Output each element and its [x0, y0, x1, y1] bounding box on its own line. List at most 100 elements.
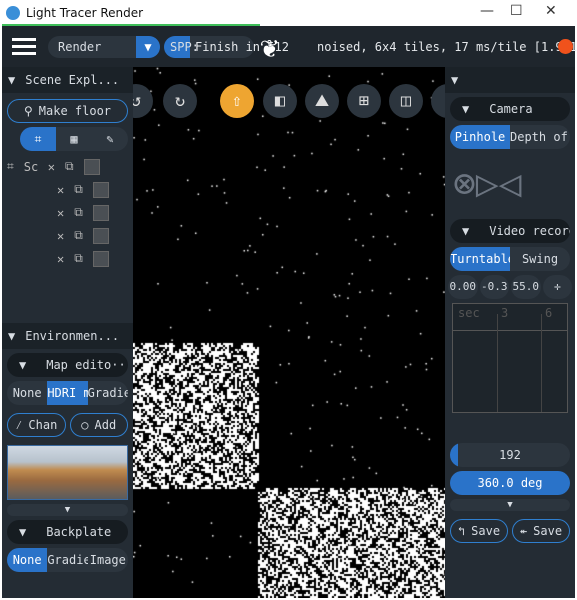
- image-icon[interactable]: ⛰: [305, 84, 339, 118]
- status-text-detail: noised, 6x4 tiles, 17 ms/tile [1.9.1]: [317, 40, 577, 54]
- backplate-mode-none[interactable]: None: [7, 548, 48, 572]
- redo-icon[interactable]: ↻: [163, 84, 197, 118]
- save-label: Save: [471, 524, 501, 538]
- minimize-button[interactable]: —: [480, 3, 494, 19]
- environment-header[interactable]: ▼ Environmen...: [2, 323, 133, 349]
- backplate-mode-gradient[interactable]: Gradie: [47, 548, 87, 572]
- hdri-thumbnail[interactable]: [7, 445, 128, 500]
- env-mode-hdri[interactable]: HDRI m: [47, 381, 88, 405]
- change-label: Chan: [28, 418, 58, 432]
- make-floor-label: Make floor: [38, 104, 112, 118]
- save-all-button[interactable]: ↞ Save: [512, 519, 570, 543]
- right-panel-header[interactable]: ▼: [445, 67, 575, 93]
- record-button[interactable]: [558, 39, 573, 54]
- visibility-checkbox[interactable]: [92, 204, 109, 221]
- title-bar: Light Tracer Render — ☐ ✕: [0, 0, 577, 25]
- env-mode-gradient[interactable]: Gradien: [88, 381, 128, 405]
- object-row[interactable]: ✕ ⧉: [2, 247, 133, 270]
- visibility-checkbox[interactable]: [92, 250, 109, 267]
- duplicate-icon: ⧉: [74, 251, 83, 265]
- make-floor-button[interactable]: ⚲ Make floor: [7, 99, 128, 123]
- camera-header[interactable]: ▼ Camera: [450, 97, 570, 121]
- camera-title: Camera: [489, 102, 533, 116]
- env-mode-none[interactable]: None: [7, 381, 47, 405]
- save-button[interactable]: ↰ Save: [450, 519, 508, 543]
- pin-icon: ⚲: [23, 104, 33, 118]
- scene-explorer-header[interactable]: ▼ Scene Expl...: [2, 67, 133, 93]
- reply-all-icon: ↞: [519, 524, 528, 538]
- timeline-label: sec: [458, 306, 480, 320]
- tab-material-icon[interactable]: ▦: [56, 127, 92, 151]
- backplate-mode-image[interactable]: Image: [88, 548, 128, 572]
- pick-pivot-icon[interactable]: ✛: [542, 275, 572, 299]
- collapse-icon: ▼: [19, 525, 27, 539]
- render-viewport[interactable]: ↺ ↻ ⇧ ◧ ⛰ ⊞ ◫ ›: [133, 67, 445, 598]
- expand-button[interactable]: ▼: [450, 499, 570, 511]
- mode-select[interactable]: Render ▼: [48, 36, 160, 58]
- camera-mode-dof[interactable]: Depth of f: [510, 125, 570, 149]
- angle-slider[interactable]: 360.0 deg: [450, 471, 570, 495]
- delete-icon: ✕: [57, 228, 65, 243]
- expand-button[interactable]: ▼: [7, 504, 128, 516]
- save-all-label: Save: [533, 524, 563, 538]
- camera-mode-tabs: Pinhole Depth of f: [450, 125, 570, 149]
- camera-icon: ⊗▷◁: [453, 161, 522, 205]
- tab-light-icon[interactable]: ✎: [92, 127, 128, 151]
- grid-icon[interactable]: ⊞: [347, 84, 381, 118]
- pivot-fields: 0.00 -0.3 55.0 ✛: [448, 275, 572, 299]
- tree-icon: ⌗: [7, 159, 14, 173]
- video-mode-turntable[interactable]: Turntable: [450, 247, 510, 271]
- maximize-button[interactable]: ☐: [510, 3, 523, 19]
- timeline[interactable]: sec 3 6: [452, 303, 568, 413]
- chevron-down-icon[interactable]: ▼: [136, 36, 160, 58]
- layout-icon[interactable]: ◧: [263, 84, 297, 118]
- upload-icon[interactable]: ⇧: [220, 84, 254, 118]
- scene-root-label: Sce: [23, 159, 38, 174]
- collapse-icon: ▼: [8, 329, 16, 343]
- tab-tree-icon[interactable]: ⌗: [20, 127, 56, 151]
- visibility-checkbox[interactable]: [83, 158, 100, 175]
- frames-value: 192: [499, 448, 521, 462]
- object-row[interactable]: ✕ ⧉: [2, 224, 133, 247]
- video-mode-tabs: Turntable Swing: [450, 247, 570, 271]
- toolbar: Render ▼ SPP: Finish in 512 noised, 6x4 t…: [2, 26, 577, 67]
- add-map-button[interactable]: ○ Add: [69, 413, 128, 437]
- split-view-icon[interactable]: ◫: [389, 84, 423, 118]
- add-label: Add: [94, 418, 117, 432]
- backplate-title: Backplate: [46, 525, 112, 539]
- environment-mode-tabs: None HDRI m Gradien: [7, 381, 128, 405]
- change-map-button[interactable]: ⁄ Chan: [7, 413, 66, 437]
- pivot-y-field[interactable]: -0.3: [479, 275, 509, 299]
- undo-arrow-icon: ↰: [457, 524, 466, 538]
- scene-root-row[interactable]: ⌗ Sce ✕ ⧉: [2, 155, 133, 178]
- pivot-z-field[interactable]: 55.0: [511, 275, 541, 299]
- timeline-label: 6: [545, 306, 553, 320]
- map-editor-header[interactable]: ▼ Map edito··: [7, 353, 128, 377]
- render-canvas[interactable]: [133, 67, 445, 598]
- object-row[interactable]: ✕ ⧉: [2, 178, 133, 201]
- visibility-checkbox[interactable]: [92, 181, 109, 198]
- duplicate-icon: ⧉: [74, 182, 83, 196]
- circle-icon: ○: [81, 418, 89, 432]
- backplate-header[interactable]: ▼ Backplate: [7, 520, 128, 544]
- mode-label: Render: [58, 40, 102, 54]
- camera-mode-pinhole[interactable]: Pinhole: [450, 125, 510, 149]
- duplicate-icon: ⧉: [65, 159, 74, 173]
- close-button[interactable]: ✕: [545, 3, 557, 19]
- map-editor-title: Map edito··: [46, 358, 126, 372]
- visibility-checkbox[interactable]: [92, 227, 109, 244]
- delete-icon: ✕: [57, 182, 65, 197]
- video-recording-header[interactable]: ▼ Video recordi: [450, 219, 570, 243]
- collapse-icon: ▼: [19, 358, 27, 372]
- frames-slider[interactable]: 192: [450, 443, 570, 467]
- menu-icon[interactable]: [12, 38, 36, 56]
- magic-wand-icon: ⁄: [15, 417, 23, 432]
- video-mode-swing[interactable]: Swing: [510, 247, 570, 271]
- duplicate-icon: ⧉: [74, 205, 83, 219]
- pivot-x-field[interactable]: 0.00: [448, 275, 478, 299]
- feather-logo-icon: ❦: [260, 30, 279, 65]
- object-row[interactable]: ✕ ⧉: [2, 201, 133, 224]
- window-title: Light Tracer Render: [26, 5, 144, 20]
- collapse-icon: ▼: [462, 224, 470, 238]
- collapse-icon: ▼: [451, 73, 459, 87]
